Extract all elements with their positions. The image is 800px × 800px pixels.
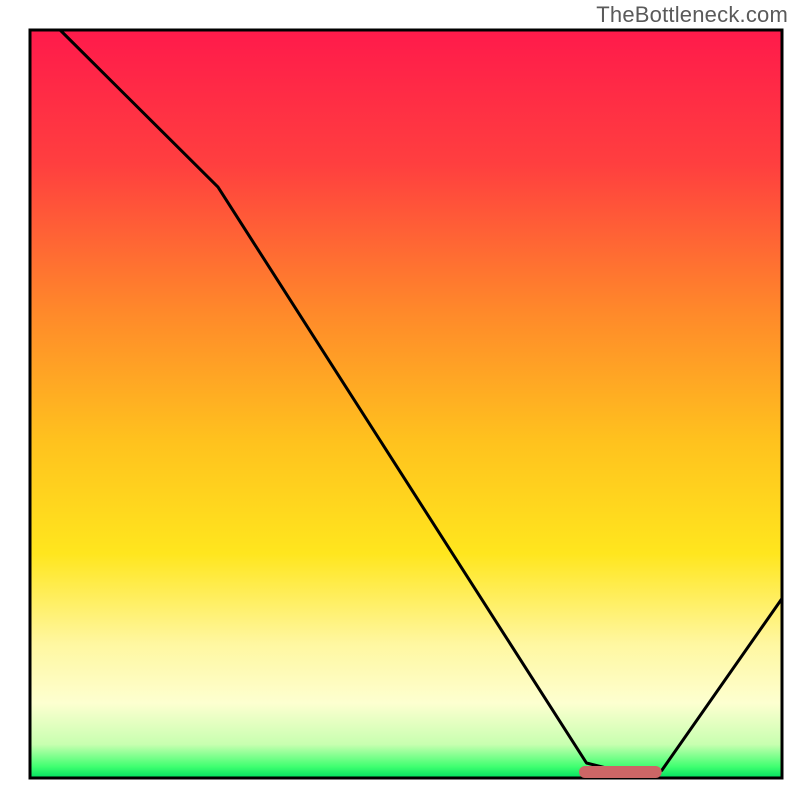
optimal-range-marker [579, 766, 662, 778]
bottleneck-chart [0, 0, 800, 800]
plot-area [30, 30, 782, 778]
watermark-text: TheBottleneck.com [596, 2, 788, 28]
gradient-background [30, 30, 782, 778]
chart-container: TheBottleneck.com [0, 0, 800, 800]
